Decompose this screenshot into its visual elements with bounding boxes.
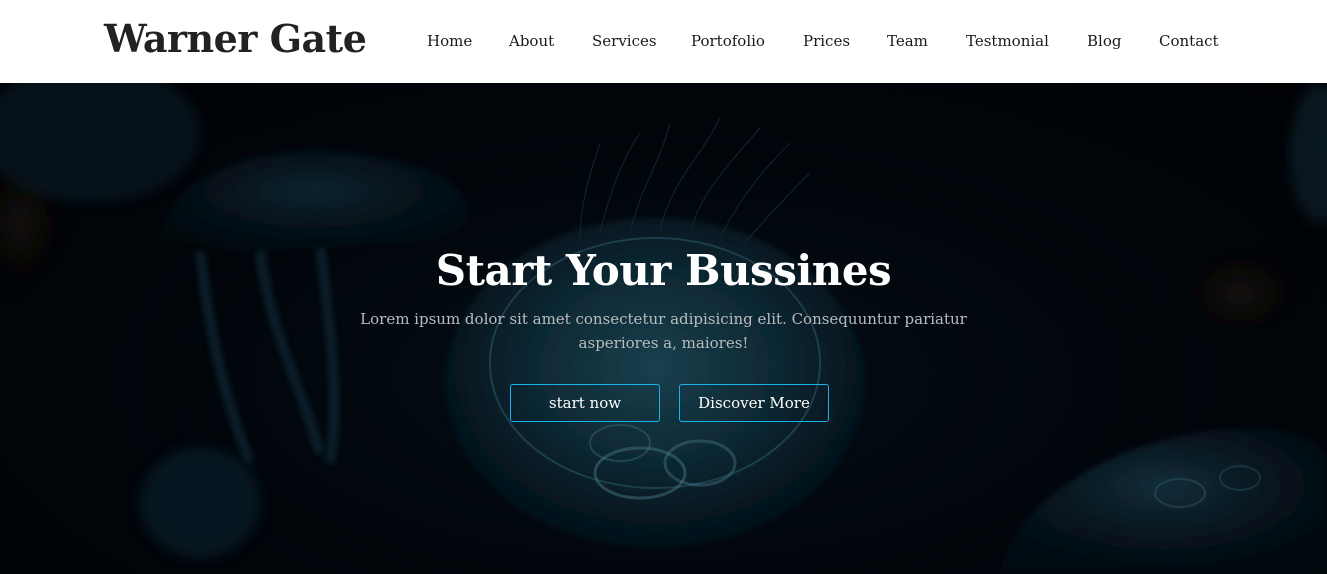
nav-link-portofolio[interactable]: Portofolio (691, 30, 765, 52)
top-navbar: Warner Gate Home About Services Portofol… (0, 0, 1327, 83)
nav-link-about[interactable]: About (509, 30, 554, 52)
hero-title: Start Your Bussines (435, 246, 892, 295)
discover-more-button[interactable]: Discover More (679, 384, 829, 422)
nav-link-home[interactable]: Home (427, 30, 472, 52)
nav-link-prices[interactable]: Prices (803, 30, 850, 52)
hero-section: Start Your Bussines Lorem ipsum dolor si… (0, 83, 1327, 574)
nav-link-blog[interactable]: Blog (1087, 30, 1121, 52)
start-now-button[interactable]: start now (510, 384, 660, 422)
nav-link-services[interactable]: Services (592, 30, 657, 52)
hero-subtitle: Lorem ipsum dolor sit amet consectetur a… (360, 310, 967, 352)
nav-link-contact[interactable]: Contact (1159, 30, 1219, 52)
brand-logo[interactable]: Warner Gate (104, 14, 367, 64)
nav-link-testmonial[interactable]: Testmonial (966, 30, 1049, 52)
nav-link-team[interactable]: Team (887, 30, 928, 52)
